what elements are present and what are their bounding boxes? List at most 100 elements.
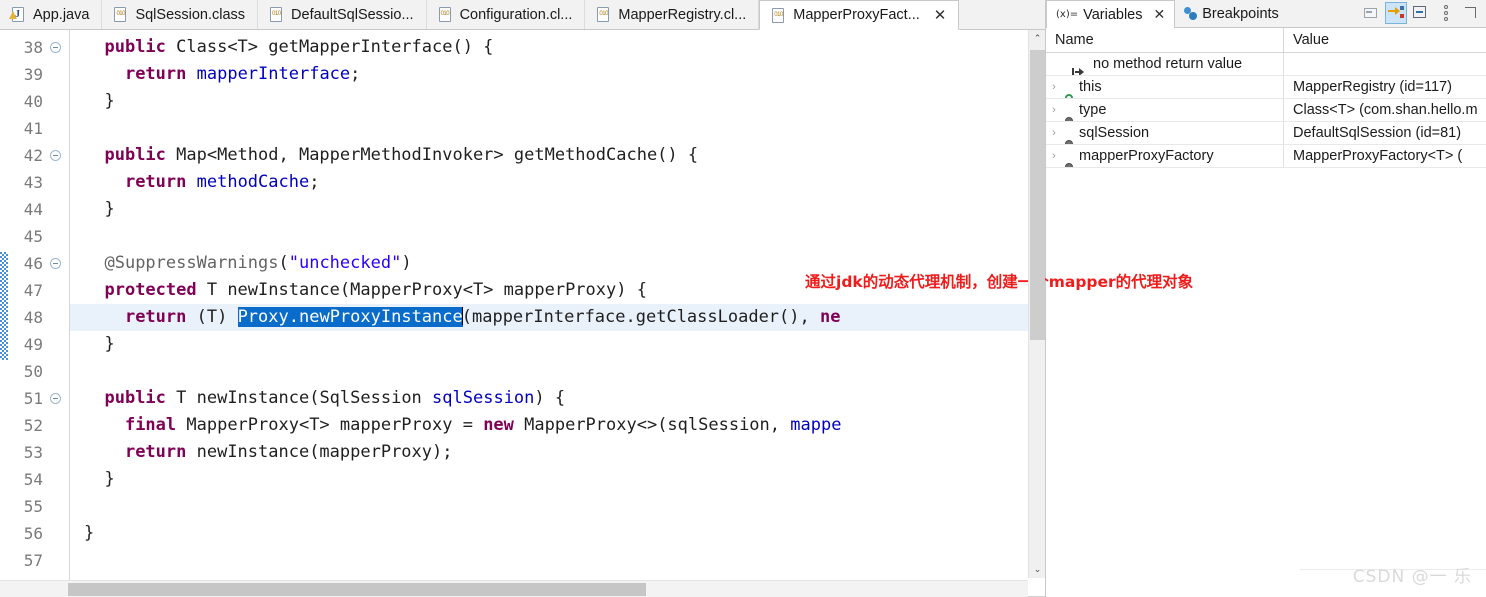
editor-tab-5[interactable]: 010 MapperProxyFact... ✕ — [759, 0, 960, 30]
gutter-line: 49 — [8, 331, 69, 358]
pin-button[interactable] — [1460, 2, 1482, 24]
view-menu-button[interactable] — [1435, 2, 1457, 24]
line-number: 44 — [23, 200, 43, 219]
column-header-name[interactable]: Name — [1046, 28, 1284, 52]
variable-row[interactable]: › mapperProxyFactory MapperProxyFactory<T>… — [1046, 145, 1486, 168]
scroll-down-arrow[interactable]: ⌄ — [1029, 561, 1046, 578]
editor-tab-0[interactable]: J App.java — [0, 0, 103, 29]
show-logical-structure-button[interactable] — [1385, 2, 1407, 24]
fold-toggle-icon[interactable] — [50, 150, 61, 161]
code-token: } — [84, 469, 115, 489]
eclipse-debug-window: J App.java 010 SqlSession.class 010 DefaultSq… — [0, 0, 1486, 597]
variable-name-label: this — [1079, 79, 1102, 95]
horizontal-scroll-thumb[interactable] — [68, 583, 646, 596]
expand-chevron-icon[interactable]: › — [1046, 104, 1062, 116]
code-line[interactable] — [70, 223, 1045, 250]
class-file-icon: 010 — [595, 6, 612, 23]
code-line[interactable] — [70, 358, 1045, 385]
code-line[interactable]: public T newInstance(SqlSession sqlSessi… — [70, 385, 1045, 412]
gutter-line: 44 — [8, 196, 69, 223]
code-line[interactable]: return methodCache; — [70, 169, 1045, 196]
line-number: 45 — [23, 227, 43, 246]
fold-toggle-icon[interactable] — [50, 42, 61, 53]
code-token: Proxy. — [237, 307, 299, 327]
code-token: public — [104, 37, 166, 57]
code-token: .getClassLoader(), — [625, 307, 820, 327]
gutter-line: 57 — [8, 547, 69, 574]
code-token: ) { — [534, 388, 566, 408]
line-number: 42 — [23, 146, 43, 165]
code-line[interactable]: return newInstance(mapperProxy); — [70, 439, 1045, 466]
code-text-viewport[interactable]: public Class<T> getMapperInterface() { r… — [70, 30, 1045, 596]
close-icon[interactable]: ✕ — [934, 8, 947, 23]
code-line[interactable]: return (T) Proxy.newProxyInstance(mapper… — [70, 304, 1045, 331]
variable-row[interactable]: › this MapperRegistry (id=117) — [1046, 76, 1486, 99]
variables-tab-1[interactable]: Breakpoints — [1175, 0, 1288, 27]
vertical-scroll-thumb[interactable] — [1030, 50, 1045, 340]
fold-toggle-icon[interactable] — [50, 393, 61, 404]
variable-value-cell: DefaultSqlSession (id=81) — [1293, 125, 1462, 141]
code-token: public — [104, 388, 166, 408]
java-file-icon: J — [9, 6, 27, 23]
code-line[interactable] — [70, 115, 1045, 142]
gutter-line: 41 — [8, 115, 69, 142]
variables-tab-label: Variables — [1083, 6, 1143, 23]
code-line[interactable]: public Class<T> getMapperInterface() { — [70, 34, 1045, 61]
line-number: 41 — [23, 119, 43, 138]
code-token: ( — [278, 253, 289, 273]
editor-tab-4[interactable]: 010 MapperRegistry.cl... — [585, 0, 760, 29]
code-token: } — [84, 91, 115, 111]
scroll-up-arrow[interactable]: ⌃ — [1029, 30, 1046, 47]
variables-tab-0[interactable]: (x)= Variables ✕ — [1046, 0, 1176, 28]
code-line[interactable]: final MapperProxy<T> mapperProxy = new M… — [70, 412, 1045, 439]
code-line[interactable]: } — [70, 88, 1045, 115]
code-token: Class<T> getMapperInterface() { — [165, 37, 494, 57]
code-token: } — [84, 199, 115, 219]
code-token: MapperProxy<T> mapperProxy = — [176, 415, 484, 435]
logical-structure-icon — [1388, 5, 1404, 21]
gutter-line: 45 — [8, 223, 69, 250]
line-number: 50 — [23, 362, 43, 381]
line-number: 47 — [23, 281, 43, 300]
editor-pane: J App.java 010 SqlSession.class 010 DefaultSq… — [0, 0, 1193, 597]
variable-row[interactable]: no method return value — [1046, 53, 1486, 76]
code-line[interactable]: public Map<Method, MapperMethodInvoker> … — [70, 142, 1045, 169]
snapshot-button[interactable] — [1360, 2, 1382, 24]
code-line[interactable]: } — [70, 196, 1045, 223]
column-header-value[interactable]: Value — [1284, 28, 1486, 52]
editor-tab-3[interactable]: 010 Configuration.cl... — [426, 0, 586, 29]
class-file-icon: 010 — [437, 6, 454, 23]
code-line[interactable]: return mapperInterface; — [70, 61, 1045, 88]
gutter-line: 56 — [8, 520, 69, 547]
editor-tab-label: SqlSession.class — [135, 6, 246, 23]
close-icon[interactable]: ✕ — [1153, 6, 1165, 23]
code-line[interactable] — [70, 547, 1045, 574]
variable-value-cell: Class<T> (com.shan.hello.m — [1293, 102, 1478, 118]
gutter-line: 55 — [8, 493, 69, 520]
variable-row[interactable]: › sqlSession DefaultSqlSession (id=81) — [1046, 122, 1486, 145]
expand-chevron-icon[interactable]: › — [1046, 150, 1062, 162]
code-token: @SuppressWarnings — [104, 253, 279, 273]
variable-name-cell: › mapperProxyFactory — [1046, 145, 1284, 167]
fold-toggle-icon[interactable] — [50, 258, 61, 269]
code-token: return — [124, 442, 187, 462]
line-number: 43 — [23, 173, 43, 192]
variable-row[interactable]: › type Class<T> (com.shan.hello.m — [1046, 99, 1486, 122]
expand-chevron-icon[interactable]: › — [1046, 81, 1062, 93]
class-file-icon: 010 — [268, 6, 285, 23]
code-line[interactable]: } — [70, 466, 1045, 493]
editor-tab-2[interactable]: 010 DefaultSqlSessio... — [258, 0, 427, 29]
code-line[interactable]: } — [70, 520, 1045, 547]
editor-horizontal-scrollbar[interactable] — [0, 580, 1028, 597]
code-token: Map<Method, MapperMethodInvoker> getMeth… — [165, 145, 699, 165]
editor-tab-1[interactable]: 010 SqlSession.class — [102, 0, 259, 29]
variable-name-cell: › type — [1046, 99, 1284, 121]
code-line[interactable] — [70, 493, 1045, 520]
line-number: 56 — [23, 524, 43, 543]
expand-chevron-icon[interactable]: › — [1046, 127, 1062, 139]
gutter-line: 39 — [8, 61, 69, 88]
collapse-all-button[interactable] — [1410, 2, 1432, 24]
code-line[interactable]: } — [70, 331, 1045, 358]
editor-vertical-scrollbar[interactable]: ⌃ ⌄ — [1028, 30, 1045, 578]
variable-name-cell: › this — [1046, 76, 1284, 98]
